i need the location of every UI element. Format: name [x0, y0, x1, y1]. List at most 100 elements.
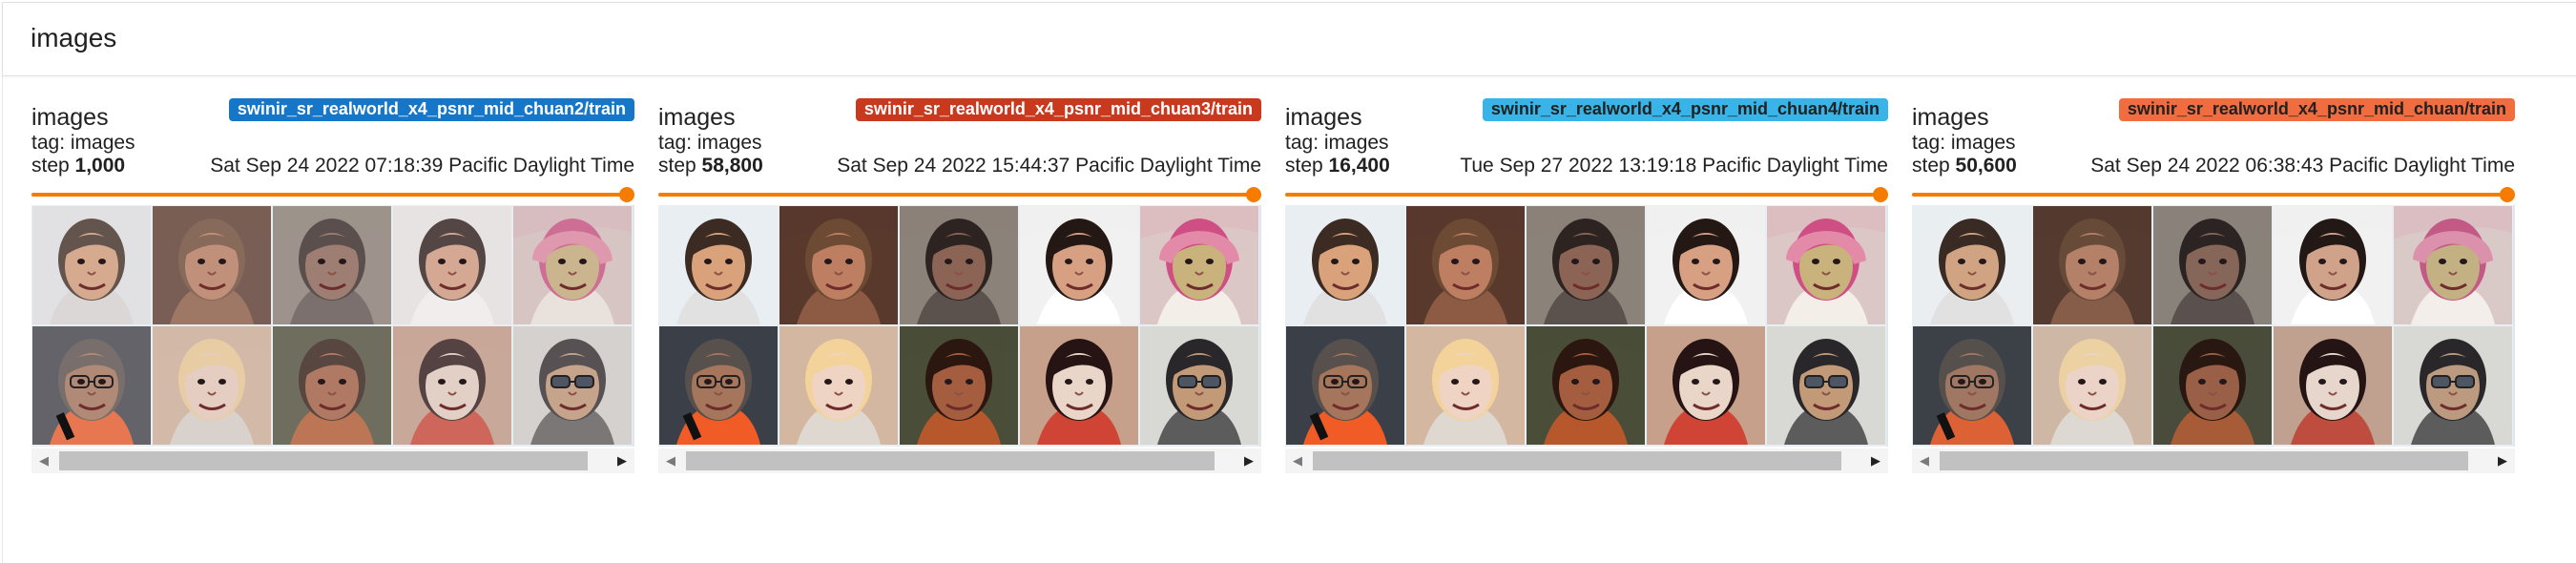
step-word: step: [1285, 155, 1323, 177]
bob-haircut-woman-portrait-image: [2274, 326, 2392, 445]
horizontal-scrollbar[interactable]: ◀ ▶: [1912, 448, 2515, 473]
smiling-woman-portrait-image: [779, 206, 898, 324]
woman-portrait-image: [273, 206, 391, 324]
girl-portrait-image: [2153, 326, 2272, 445]
sample-image-strip: [1912, 205, 2515, 447]
run-badge: swinir_sr_realworld_x4_psnr_mid_chuan2/t…: [228, 98, 634, 121]
toddler-portrait-image: [1647, 206, 1765, 324]
slider-thumb[interactable]: [619, 187, 634, 202]
step-slider[interactable]: [658, 187, 1261, 202]
bob-haircut-woman-portrait-image: [1647, 326, 1765, 445]
image-card-2: images swinir_sr_realworld_x4_psnr_mid_ch…: [658, 95, 1261, 477]
slider-track[interactable]: [31, 193, 629, 197]
slider-thumb[interactable]: [2500, 187, 2515, 202]
woman-portrait-image: [1527, 206, 1645, 324]
step-slider[interactable]: [1912, 187, 2515, 202]
man-with-glasses-portrait-image: [1286, 326, 1404, 445]
headscarf-woman-portrait-image: [513, 206, 632, 324]
horizontal-scrollbar[interactable]: ◀ ▶: [658, 448, 1261, 473]
scroll-left-arrow-icon[interactable]: ◀: [1912, 448, 1937, 473]
headscarf-woman-portrait-image: [2394, 206, 2512, 324]
girl-portrait-image: [900, 326, 1018, 445]
scroll-left-arrow-icon[interactable]: ◀: [658, 448, 683, 473]
slider-thumb[interactable]: [1246, 187, 1261, 202]
slider-track[interactable]: [1912, 193, 2509, 197]
wall-time: Sat Sep 24 2022 07:18:39 Pacific Dayligh…: [210, 155, 634, 177]
sample-image-strip: [1285, 205, 1888, 447]
smiling-woman-portrait-image: [1406, 206, 1525, 324]
smiling-woman-portrait-image: [153, 206, 271, 324]
woman-portrait-image: [2153, 206, 2272, 324]
step-word: step: [31, 155, 70, 177]
baby-portrait-image: [1913, 206, 2031, 324]
image-card-3: images swinir_sr_realworld_x4_psnr_mid_ch…: [1285, 95, 1888, 477]
portrait-grid: [658, 205, 1259, 445]
man-with-sunglasses-portrait-image: [513, 326, 632, 445]
scrollbar-thumb[interactable]: [1940, 451, 2468, 470]
scrollbar-thumb[interactable]: [1313, 451, 1841, 470]
scroll-left-arrow-icon[interactable]: ◀: [1285, 448, 1310, 473]
wall-time: Sat Sep 24 2022 06:38:43 Pacific Dayligh…: [2090, 155, 2515, 177]
man-with-sunglasses-portrait-image: [2394, 326, 2512, 445]
man-with-glasses-portrait-image: [1913, 326, 2031, 445]
run-badge: swinir_sr_realworld_x4_psnr_mid_chuan3/t…: [855, 98, 1261, 121]
man-with-sunglasses-portrait-image: [1767, 326, 1885, 445]
man-with-sunglasses-portrait-image: [1140, 326, 1258, 445]
woman-portrait-image: [900, 206, 1018, 324]
card-title: images: [31, 104, 109, 131]
portrait-grid: [31, 205, 633, 445]
card-title: images: [658, 104, 736, 131]
step-label: step 1,000: [31, 155, 125, 177]
slider-track[interactable]: [658, 193, 1256, 197]
left-divider: [2, 76, 3, 563]
step-label: step 50,600: [1912, 155, 2017, 177]
horizontal-scrollbar[interactable]: ◀ ▶: [31, 448, 634, 473]
bob-haircut-woman-portrait-image: [1020, 326, 1138, 445]
slider-thumb[interactable]: [1873, 187, 1888, 202]
step-slider[interactable]: [31, 187, 634, 202]
headscarf-woman-portrait-image: [1767, 206, 1885, 324]
sample-image-strip: [658, 205, 1261, 447]
baby-portrait-image: [659, 206, 778, 324]
step-label: step 16,400: [1285, 155, 1390, 177]
step-value: 1,000: [74, 155, 126, 177]
tag-label: tag: images: [31, 132, 135, 154]
blonde-woman-portrait-image: [779, 326, 898, 445]
run-badge: swinir_sr_realworld_x4_psnr_mid_chuan4/t…: [1482, 98, 1888, 121]
tag-label: tag: images: [1285, 132, 1389, 154]
wall-time: Tue Sep 27 2022 13:19:18 Pacific Dayligh…: [1460, 155, 1888, 177]
scroll-right-arrow-icon[interactable]: ▶: [2490, 448, 2515, 473]
portrait-grid: [1285, 205, 1886, 445]
scroll-left-arrow-icon[interactable]: ◀: [31, 448, 56, 473]
run-badge: swinir_sr_realworld_x4_psnr_mid_chuan/tr…: [2118, 98, 2515, 121]
blonde-woman-portrait-image: [153, 326, 271, 445]
scroll-right-arrow-icon[interactable]: ▶: [610, 448, 634, 473]
toddler-portrait-image: [1020, 206, 1138, 324]
tag-label: tag: images: [658, 132, 762, 154]
step-value: 58,800: [701, 155, 763, 177]
step-word: step: [1912, 155, 1950, 177]
scroll-right-arrow-icon[interactable]: ▶: [1236, 448, 1261, 473]
horizontal-scrollbar[interactable]: ◀ ▶: [1285, 448, 1888, 473]
slider-track[interactable]: [1285, 193, 1882, 197]
image-card-1: images swinir_sr_realworld_x4_psnr_mid_ch…: [31, 95, 634, 477]
man-with-glasses-portrait-image: [659, 326, 778, 445]
smiling-woman-portrait-image: [2033, 206, 2151, 324]
scrollbar-thumb[interactable]: [686, 451, 1215, 470]
step-value: 50,600: [1955, 155, 2017, 177]
step-label: step 58,800: [658, 155, 763, 177]
girl-portrait-image: [273, 326, 391, 445]
toddler-portrait-image: [393, 206, 511, 324]
card-title: images: [1912, 104, 1989, 131]
man-with-glasses-portrait-image: [32, 326, 151, 445]
baby-portrait-image: [32, 206, 151, 324]
toddler-portrait-image: [2274, 206, 2392, 324]
wall-time: Sat Sep 24 2022 15:44:37 Pacific Dayligh…: [837, 155, 1261, 177]
blonde-woman-portrait-image: [2033, 326, 2151, 445]
step-word: step: [658, 155, 696, 177]
scrollbar-thumb[interactable]: [59, 451, 588, 470]
tag-label: tag: images: [1912, 132, 2016, 154]
step-slider[interactable]: [1285, 187, 1888, 202]
scroll-right-arrow-icon[interactable]: ▶: [1863, 448, 1888, 473]
portrait-grid: [1912, 205, 2513, 445]
